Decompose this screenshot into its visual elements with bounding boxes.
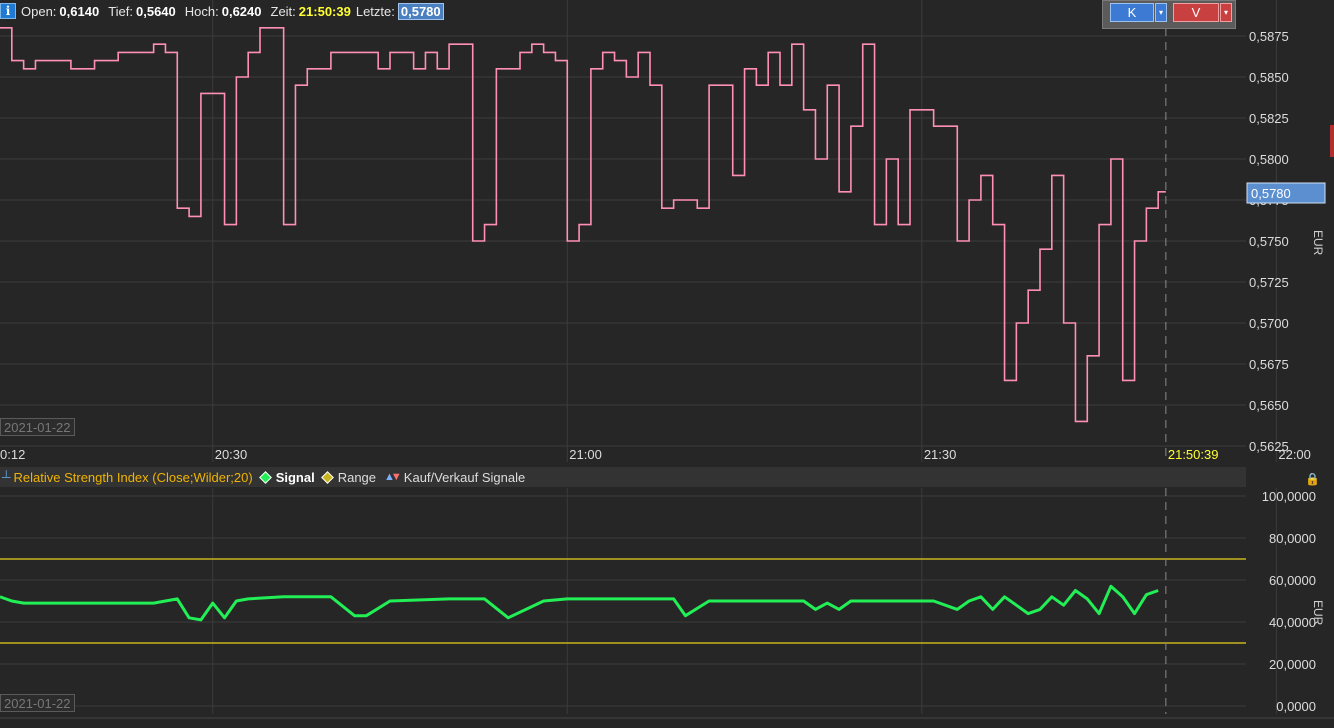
price-date-stamp: 2021-01-22 [0,418,75,436]
legend-range[interactable]: Range [323,470,376,485]
low-label: Tief: [108,4,133,19]
price-y-tick-label: 0,5650 [1249,398,1289,413]
price-y-tick-label: 0,5875 [1249,29,1289,44]
buy-button[interactable]: K [1110,3,1154,22]
rsi-y-tick-label: 60,0000 [1269,573,1316,588]
indicator-icon[interactable]: ┴ [2,470,11,484]
time-tick-label: 21:30 [924,447,957,462]
rsi-y-tick-label: 40,0000 [1269,615,1316,630]
time-value: 21:50:39 [299,4,351,19]
time-tick-label: 20:30 [215,447,248,462]
current-time-label: 21:50:39 [1168,447,1219,462]
rsi-y-tick-label: 20,0000 [1269,657,1316,672]
last-label: Letzte: [356,4,395,19]
low-value: 0,5640 [136,4,176,19]
current-value-label: 0,5780 [1251,186,1291,201]
trade-buttons: K ▾ V ▾ [1102,0,1236,29]
sell-dropdown-icon[interactable]: ▾ [1220,3,1232,22]
high-label: Hoch: [185,4,219,19]
legend-signals-label: Kauf/Verkauf Signale [404,470,525,485]
price-y-tick-label: 0,5675 [1249,357,1289,372]
rsi-y-axis-unit: EUR [1311,600,1325,626]
rsi-indicator-name[interactable]: Relative Strength Index (Close;Wilder;20… [14,470,253,485]
open-value: 0,6140 [59,4,99,19]
lock-icon[interactable]: 🔒 [1305,472,1320,486]
open-label: Open: [21,4,56,19]
price-y-tick-label: 0,5850 [1249,70,1289,85]
price-y-axis-unit: EUR [1311,230,1325,256]
time-tick-label: 22:00 [1278,447,1311,462]
chart-canvas: 0,56250,56500,56750,57000,57250,57500,57… [0,0,1334,728]
rsi-y-tick-label: 0,0000 [1276,699,1316,714]
price-plot-area[interactable] [0,0,1246,462]
legend-range-label: Range [338,470,376,485]
price-y-tick-label: 0,5825 [1249,111,1289,126]
last-value: 0,5780 [398,3,444,20]
high-value: 0,6240 [222,4,262,19]
rsi-y-tick-label: 80,0000 [1269,531,1316,546]
price-y-tick-label: 0,5700 [1249,316,1289,331]
price-y-tick-label: 0,5750 [1249,234,1289,249]
sell-button[interactable]: V [1173,3,1219,22]
signal-diamond-icon [259,471,272,484]
price-y-tick-label: 0,5725 [1249,275,1289,290]
info-icon[interactable]: i [0,3,16,19]
buy-sell-triangles-icon: ▲▼ [384,471,402,483]
rsi-legend-bar: ┴ Relative Strength Index (Close;Wilder;… [0,467,1246,487]
legend-signal[interactable]: Signal [261,470,315,485]
range-diamond-icon [321,471,334,484]
rsi-y-tick-label: 100,0000 [1262,489,1316,504]
time-label: Zeit: [271,4,296,19]
time-tick-label: 0:12 [0,447,25,462]
rsi-date-stamp: 2021-01-22 [0,694,75,712]
scroll-marker [1330,125,1334,157]
legend-signals[interactable]: ▲▼ Kauf/Verkauf Signale [384,470,525,485]
time-tick-label: 21:00 [569,447,602,462]
legend-signal-label: Signal [276,470,315,485]
quote-info-bar: i Open: 0,6140 Tief: 0,5640 Hoch: 0,6240… [0,2,444,20]
buy-dropdown-icon[interactable]: ▾ [1155,3,1167,22]
price-y-tick-label: 0,5800 [1249,152,1289,167]
